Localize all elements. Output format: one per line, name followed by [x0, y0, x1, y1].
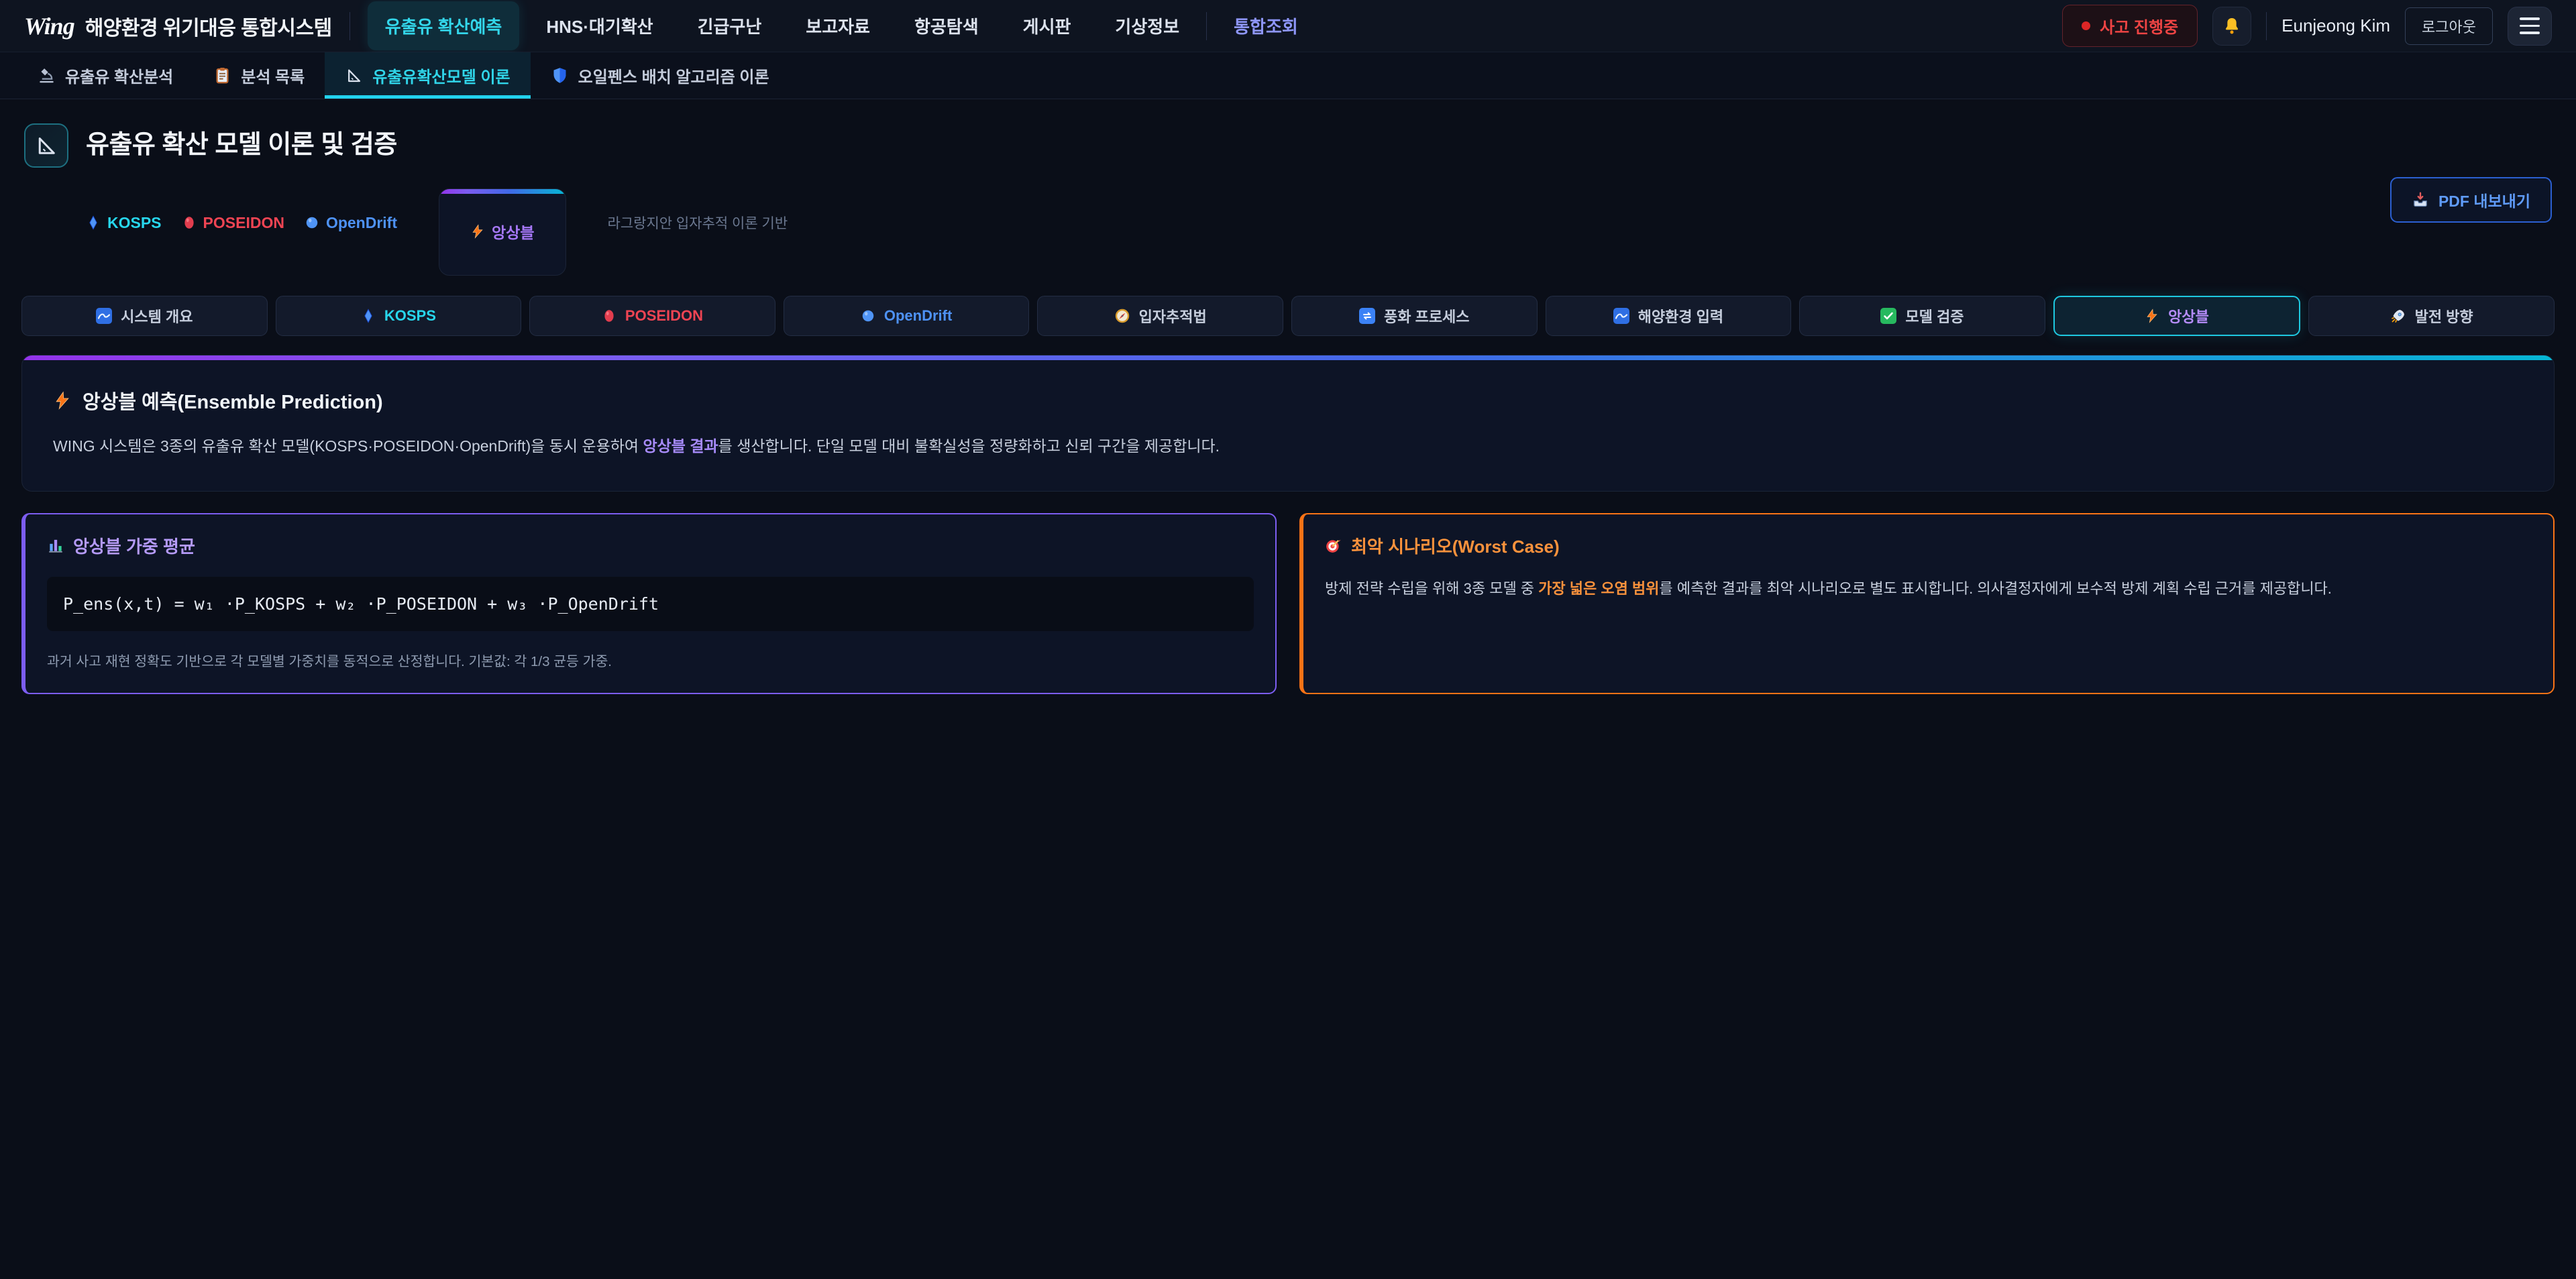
blue-circle-icon: [861, 309, 875, 323]
chip-opendrift[interactable]: OpenDrift: [784, 296, 1030, 336]
tab-model-theory[interactable]: 유출유확산모델 이론: [325, 52, 530, 99]
blue-circle-icon: [305, 215, 319, 230]
app-title: 해양환경 위기대응 통합시스템: [85, 11, 332, 41]
bolt-icon: [2145, 309, 2159, 323]
diamond-icon: [361, 309, 376, 323]
model-badge-row: KOSPS POSEIDON OpenDrift 앙상블 라그랑지안 입자추적 …: [86, 170, 788, 276]
weighted-average-title: 앙상블 가중 평균: [47, 533, 1254, 558]
chip-weathering-process[interactable]: 풍화 프로세스: [1291, 296, 1538, 336]
weighted-average-card: 앙상블 가중 평균 P_ens(x,t) = w₁ ·P_KOSPS + w₂ …: [21, 513, 1277, 694]
incident-dot-icon: [2082, 21, 2090, 30]
diamond-icon: [86, 215, 101, 230]
tab-label: 유출유 확산분석: [65, 64, 173, 87]
chip-kosps[interactable]: KOSPS: [276, 296, 522, 336]
bell-icon: [2221, 15, 2243, 37]
clipboard-icon: [213, 66, 231, 85]
main-nav: 유출유 확산예측 HNS·대기확산 긴급구난 보고자료 항공탐색 게시판 기상정…: [368, 1, 1316, 50]
divider: [1206, 12, 1207, 40]
badge-ensemble: 앙상블: [439, 188, 566, 276]
page-header: 유출유 확산 모델 이론 및 검증 KOSPS POSEIDON OpenDri…: [0, 99, 2576, 292]
pdf-export-label: PDF 내보내기: [2438, 188, 2530, 211]
worst-case-highlight: 가장 넓은 오염 범위: [1538, 580, 1659, 597]
logo-mark: Wing: [24, 12, 74, 40]
ensemble-highlight: 앙상블 결과: [643, 437, 718, 455]
chip-model-validation[interactable]: 모델 검증: [1799, 296, 2045, 336]
page-header-iconbox: [24, 123, 68, 168]
triangle-ruler-icon: [345, 66, 363, 85]
badge-poseidon: POSEIDON: [182, 214, 284, 232]
tab-label: 분석 목록: [241, 64, 305, 87]
page-header-text: 유출유 확산 모델 이론 및 검증 KOSPS POSEIDON OpenDri…: [86, 123, 788, 276]
nav-item-integrated-search[interactable]: 통합조회: [1216, 1, 1316, 50]
wave-icon: [1613, 308, 1629, 324]
chip-ensemble[interactable]: 앙상블: [2053, 296, 2301, 336]
nav-item-oil-spill-prediction[interactable]: 유출유 확산예측: [368, 1, 520, 50]
hamburger-menu-button[interactable]: [2508, 7, 2552, 46]
incident-status-badge[interactable]: 사고 진행중: [2062, 5, 2198, 47]
nav-item-weather-info[interactable]: 기상정보: [1097, 1, 1197, 50]
top-navigation: Wing 해양환경 위기대응 통합시스템 유출유 확산예측 HNS·대기확산 긴…: [0, 0, 2576, 52]
wave-icon: [96, 308, 112, 324]
nav-item-hns-diffusion[interactable]: HNS·대기확산: [529, 1, 670, 50]
app-logo: Wing 해양환경 위기대응 통합시스템: [24, 11, 332, 41]
ensemble-formula: P_ens(x,t) = w₁ ·P_KOSPS + w₂ ·P_POSEIDO…: [47, 577, 1254, 631]
incident-badge-label: 사고 진행중: [2100, 14, 2178, 38]
chip-future-direction[interactable]: 발전 방향: [2308, 296, 2555, 336]
chip-particle-tracking[interactable]: 입자추적법: [1037, 296, 1283, 336]
tab-label: 오일펜스 배치 알고리즘 이론: [578, 64, 769, 87]
chip-ocean-env-input[interactable]: 해양환경 입력: [1546, 296, 1792, 336]
worst-case-title: 최악 시나리오(Worst Case): [1325, 533, 2532, 558]
tab-spill-analysis[interactable]: 유출유 확산분석: [17, 52, 193, 99]
microscope-icon: [38, 66, 56, 85]
chip-poseidon[interactable]: POSEIDON: [529, 296, 775, 336]
pdf-export-button[interactable]: PDF 내보내기: [2390, 177, 2552, 223]
chip-system-overview[interactable]: 시스템 개요: [21, 296, 268, 336]
shield-icon: [551, 66, 569, 85]
red-ellipse-icon: [182, 215, 197, 230]
target-icon: [1325, 537, 1342, 554]
ensemble-section: 앙상블 예측(Ensemble Prediction) WING 시스템은 3종…: [21, 355, 2555, 492]
triangle-ruler-icon: [34, 133, 58, 158]
bar-chart-icon: [47, 537, 64, 554]
bolt-icon: [53, 391, 72, 410]
sub-tab-bar: 유출유 확산분석 분석 목록 유출유확산모델 이론 오일펜스 배치 알고리즘 이…: [0, 52, 2576, 99]
export-tray-icon: [2412, 191, 2429, 209]
weighted-average-caption: 과거 사고 재현 정확도 기반으로 각 모델별 가중치를 동적으로 산정합니다.…: [47, 650, 1254, 670]
check-icon: [1880, 308, 1896, 324]
tab-label: 유출유확산모델 이론: [372, 64, 510, 87]
ensemble-cards: 앙상블 가중 평균 P_ens(x,t) = w₁ ·P_KOSPS + w₂ …: [21, 513, 2555, 694]
logout-button[interactable]: 로그아웃: [2405, 7, 2493, 45]
divider: [2266, 12, 2267, 40]
rocket-icon: [2390, 308, 2406, 324]
nav-item-air-search[interactable]: 항공탐색: [897, 1, 996, 50]
page-title: 유출유 확산 모델 이론 및 검증: [86, 123, 788, 160]
red-ellipse-icon: [602, 309, 616, 323]
nav-item-reports[interactable]: 보고자료: [788, 1, 888, 50]
nav-item-emergency-rescue[interactable]: 긴급구난: [680, 1, 780, 50]
hamburger-icon: [2520, 17, 2540, 20]
nav-item-board[interactable]: 게시판: [1006, 1, 1089, 50]
bolt-icon: [470, 224, 485, 239]
ensemble-heading: 앙상블 예측(Ensemble Prediction): [53, 386, 2523, 414]
page-subtitle: 라그랑지안 입자추적 이론 기반: [608, 213, 788, 233]
worst-case-card: 최악 시나리오(Worst Case) 방제 전략 수립을 위해 3종 모델 중…: [1299, 513, 2555, 694]
badge-opendrift: OpenDrift: [305, 214, 397, 232]
section-nav: 시스템 개요 KOSPS POSEIDON OpenDrift 입자추적법 풍화…: [21, 296, 2555, 336]
compass-icon: [1114, 308, 1130, 324]
repeat-icon: [1359, 308, 1375, 324]
badge-kosps: KOSPS: [86, 214, 162, 232]
topnav-right-cluster: 사고 진행중 Eunjeong Kim 로그아웃: [2062, 5, 2552, 47]
notification-bell-button[interactable]: [2212, 7, 2251, 46]
tab-oil-fence-algorithm[interactable]: 오일펜스 배치 알고리즘 이론: [531, 52, 790, 99]
worst-case-description: 방제 전략 수립을 위해 3종 모델 중 가장 넓은 오염 범위를 예측한 결과…: [1325, 577, 2532, 600]
user-name: Eunjeong Kim: [2282, 15, 2390, 36]
ensemble-description: WING 시스템은 3종의 유출유 확산 모델(KOSPS·POSEIDON·O…: [53, 435, 2523, 459]
tab-analysis-list[interactable]: 분석 목록: [193, 52, 325, 99]
